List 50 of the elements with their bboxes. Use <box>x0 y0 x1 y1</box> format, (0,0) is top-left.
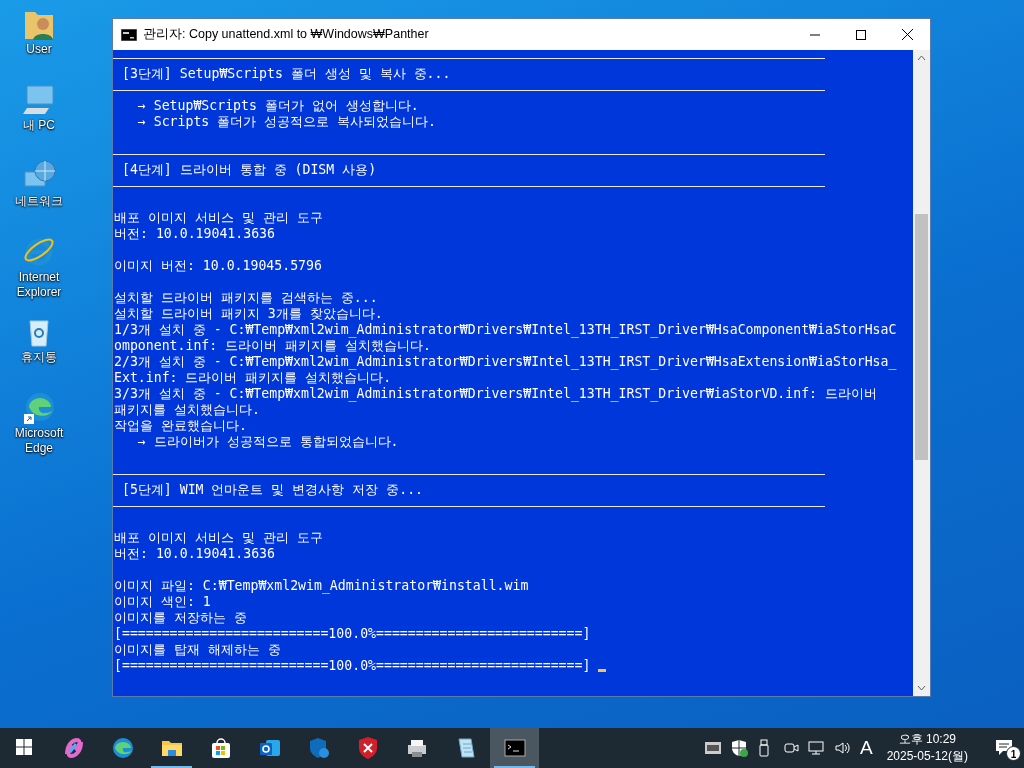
desktop-icon-label[interactable]: Internet Explorer <box>4 270 74 300</box>
console-line: 이미지 파일: C:₩Temp₩xml2wim_Administrator₩install.wim <box>114 578 529 593</box>
maximize-icon <box>856 29 866 40</box>
console-line: 설치할 드라이버 패키지 3개를 찾았습니다. <box>114 306 383 321</box>
swirl-icon <box>110 736 135 760</box>
console-line: 배포 이미지 서비스 및 관리 도구 <box>114 530 323 545</box>
clock[interactable]: 오후 10:29 2025-05-12(월) <box>886 731 968 765</box>
console-line: 이미지를 탑재 해제하는 중 <box>114 642 281 657</box>
console-line: 2/3개 설치 중 - C:₩Temp₩xml2wim_Administrator₩Drivers₩Intel_13TH_IRST_Driver₩HsaExtension₩iaStorHsa_ <box>114 354 897 369</box>
network-icon[interactable] <box>807 739 826 757</box>
console-line: [==========================100.0%==========================] <box>114 658 591 673</box>
console-line: 배포 이미지 서비스 및 관리 도구 <box>114 210 323 225</box>
console-line: [4단계] 드라이버 통합 중 (DISM 사용) <box>120 162 377 177</box>
console-line: [3단계] Setup₩Scripts 폴더 생성 및 복사 중... <box>120 66 451 81</box>
console-icon <box>121 28 137 41</box>
console-line: → Scripts 폴더가 성공적으로 복사되었습니다. <box>136 114 437 129</box>
console-line: 3/3개 설치 중 - C:₩Temp₩xml2wim_Administrator₩Drivers₩Intel_13TH_IRST_Driver₩iaStorVD.inf: 드라이버 <box>114 386 877 401</box>
console-line: → Setup₩Scripts 폴더가 없어 생성합니다. <box>136 98 419 113</box>
close-icon <box>901 29 913 40</box>
desktop-icon-label[interactable]: Microsoft Edge <box>4 426 74 456</box>
swirl-icon[interactable] <box>21 390 57 426</box>
notification-button[interactable]: 1 <box>984 728 1024 768</box>
console-line: 이미지 색인: 1 <box>114 594 211 609</box>
console-line: → 드라이버가 성공적으로 통합되었습니다. <box>136 434 399 449</box>
taskbar-app[interactable] <box>490 728 539 768</box>
console-line: 이미지를 저장하는 중 <box>114 610 247 625</box>
desktop-icon-label[interactable]: User <box>26 42 52 57</box>
terminal-icon <box>502 736 527 760</box>
desktop-icon-label[interactable]: 네트워크 <box>15 194 63 209</box>
console-line: omponent.inf: 드라이버 패키지를 설치했습니다. <box>114 338 431 353</box>
console-line: Ext.inf: 드라이버 패키지를 설치했습니다. <box>114 370 392 385</box>
console-line: 이미지 버전: 10.0.19045.5796 <box>114 258 322 273</box>
console-line: [==========================100.0%==========================] <box>114 626 591 641</box>
desktop-icon-label[interactable]: 휴지통 <box>21 350 57 365</box>
console-line: [5단계] WIM 언마운트 및 변경사항 저장 중... <box>120 482 424 497</box>
desktop-icon-label[interactable]: 내 PC <box>23 118 55 133</box>
notification-count: 1 <box>1006 746 1021 761</box>
console-line: 버전: 10.0.19041.3636 <box>114 226 275 241</box>
console-line: 버전: 10.0.19041.3636 <box>114 546 275 561</box>
scrollbar-thumb[interactable] <box>915 214 928 460</box>
console-line: 1/3개 설치 중 - C:₩Temp₩xml2wim_Administrator₩Drivers₩Intel_13TH_IRST_Driver₩HsaComponent₩iaStorHsaC <box>114 322 897 337</box>
scrollbar[interactable] <box>913 50 930 696</box>
speaker-icon[interactable] <box>833 739 852 757</box>
window-title: 관리자: Copy unattend.xml to ₩Windows₩Panther <box>143 26 429 44</box>
input-indicator[interactable]: A <box>859 733 873 763</box>
shield-check-icon[interactable] <box>729 739 748 757</box>
console-line: 패키지를 설치했습니다. <box>114 402 260 417</box>
console-line: 작업을 완료했습니다. <box>114 418 247 433</box>
console-line: 설치할 드라이버 패키지를 검색하는 중... <box>114 290 378 305</box>
vm-icon[interactable] <box>703 739 722 757</box>
